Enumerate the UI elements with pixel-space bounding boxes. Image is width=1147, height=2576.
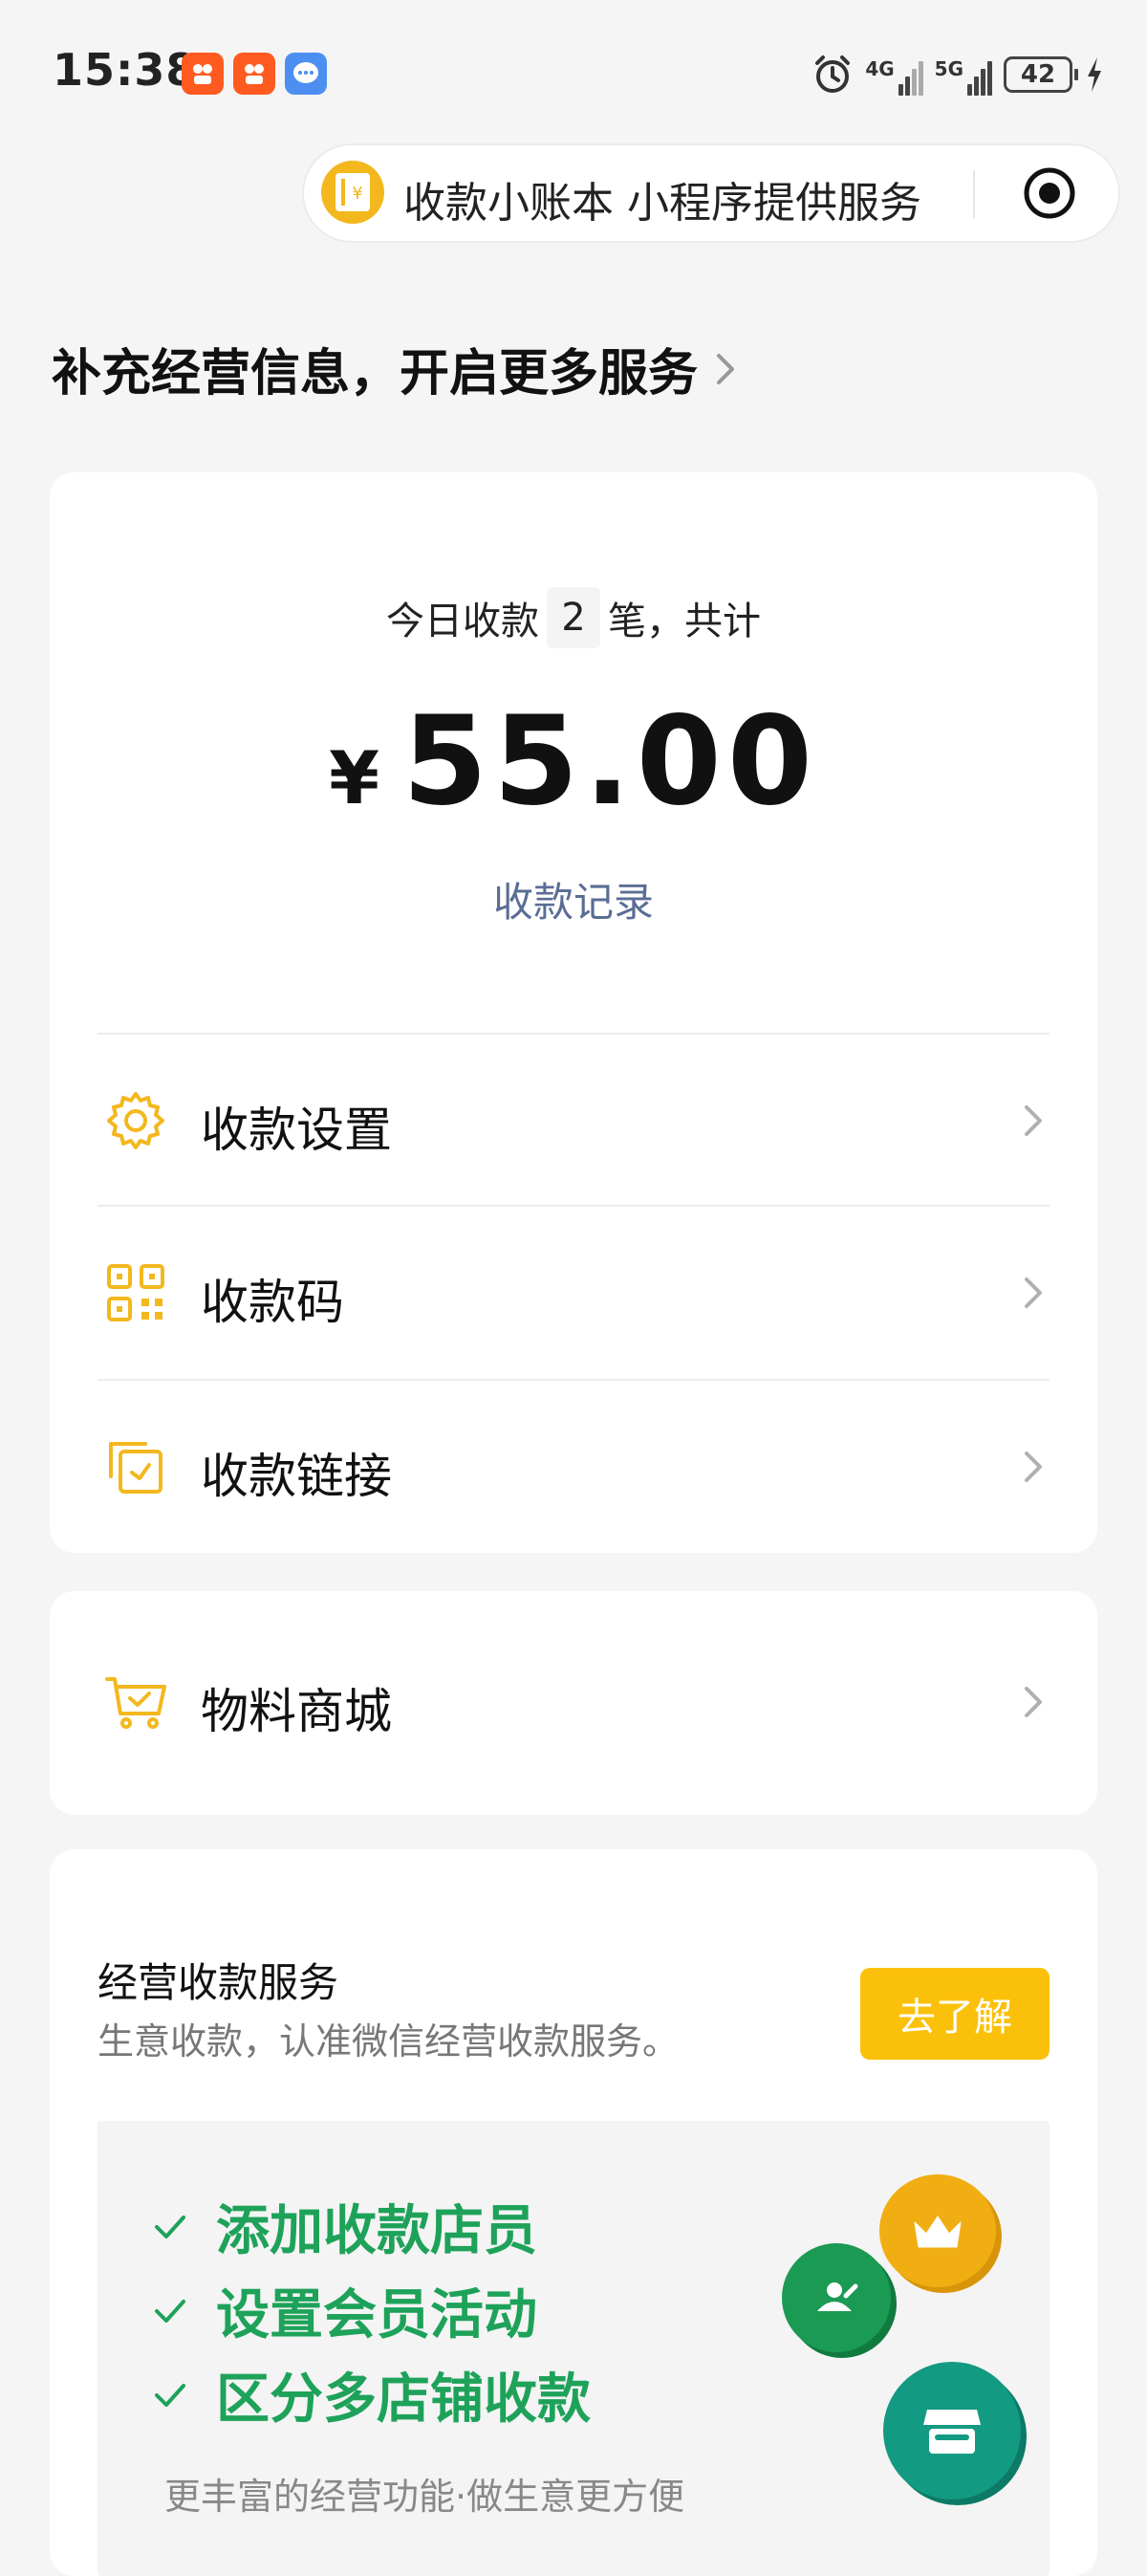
today-summary: 今日收款 2 笔，共计 [50,587,1097,648]
ledger-logo-icon: ¥ [321,161,384,224]
menu-item-materials-shop[interactable]: 物料商城 [50,1616,1097,1788]
feature-text: 设置会员活动 [216,2284,537,2347]
svg-text:¥: ¥ [352,184,362,204]
person-icon [782,2243,891,2352]
amount-value: 55.00 [402,690,818,833]
message-app-icon [285,53,327,95]
signal-4g: 4G [865,54,923,96]
check-icon [155,2215,185,2238]
collection-summary-card: 今日收款 2 笔，共计 ¥ 55.00 收款记录 收款设置 收款码 收款链接 [50,472,1097,1553]
service-title: 经营收款服务 [97,1959,339,2006]
currency-symbol: ¥ [329,735,379,820]
business-service-card: 经营收款服务 生意收款，认准微信经营收款服务。 去了解 添加收款店员 设置会员活… [50,1849,1097,2576]
today-amount: ¥ 55.00 [50,690,1097,833]
gear-icon [107,1092,164,1149]
network-type-2: 5G [934,57,963,80]
status-indicators: 4G 5G 42 [812,48,1105,101]
status-time: 15:38 [53,44,198,96]
link-icon [109,1442,162,1494]
capsule-divider [973,170,975,218]
collection-records-link[interactable]: 收款记录 [50,870,1097,928]
chevron-right-icon [1025,1277,1042,1308]
menu-item-settings[interactable]: 收款设置 [50,1035,1097,1207]
chevron-right-icon [1025,1105,1042,1136]
mini-program-capsule: ¥ 收款小账本 小程序提供服务 [302,143,1120,243]
today-suffix: 笔，共计 [608,600,761,644]
today-count: 2 [547,587,600,648]
feature-item: 设置会员活动 [151,2272,537,2349]
materials-shop-card[interactable]: 物料商城 [50,1591,1097,1815]
notification-app-icon [182,53,224,95]
promo-footer: 更丰富的经营功能·做生意更方便 [164,2476,685,2518]
today-prefix: 今日收款 [386,600,539,644]
feature-text: 添加收款店员 [216,2200,537,2262]
store-icon [883,2362,1021,2500]
alarm-icon [815,55,851,93]
cart-icon [105,1677,166,1729]
menu-item-qr-code[interactable]: 收款码 [50,1207,1097,1379]
menu-label-settings: 收款设置 [201,1102,392,1158]
chevron-right-icon [1025,1687,1042,1717]
menu-label-materials-shop: 物料商城 [201,1684,392,1739]
notification-app-icon [233,53,275,95]
check-icon [155,2299,185,2323]
qr-code-icon [107,1264,164,1321]
feature-text: 区分多店铺收款 [216,2369,591,2431]
headline-text: 补充经营信息，开启更多服务 [52,345,699,403]
menu-label-qr-code: 收款码 [201,1275,344,1330]
menu-item-payment-link[interactable]: 收款链接 [50,1381,1097,1553]
crown-icon [879,2174,996,2287]
status-bar: 15:38 4G 5G 42 [0,0,1147,134]
business-info-banner[interactable]: 补充经营信息，开启更多服务 [52,333,740,404]
service-subtitle: 生意收款，认准微信经营收款服务。 [97,2020,680,2063]
feature-item: 区分多店铺收款 [151,2356,591,2434]
network-type-1: 4G [865,57,895,80]
chevron-right-icon [1025,1452,1042,1482]
service-promo[interactable]: 添加收款店员 设置会员活动 区分多店铺收款 更丰富的经营功能·做生意更方便 [97,2121,1050,2576]
check-icon [155,2383,185,2407]
close-target-icon[interactable] [1021,164,1078,222]
signal-5g: 5G [935,54,992,96]
charging-icon [1088,57,1101,92]
menu-label-payment-link: 收款链接 [201,1449,392,1504]
feature-item: 添加收款店员 [151,2188,537,2265]
chevron-right-icon [717,353,735,384]
capsule-title[interactable]: 收款小账本 小程序提供服务 [403,168,921,229]
learn-more-button[interactable]: 去了解 [860,1968,1050,2060]
battery-indicator: 42 [1004,56,1078,93]
